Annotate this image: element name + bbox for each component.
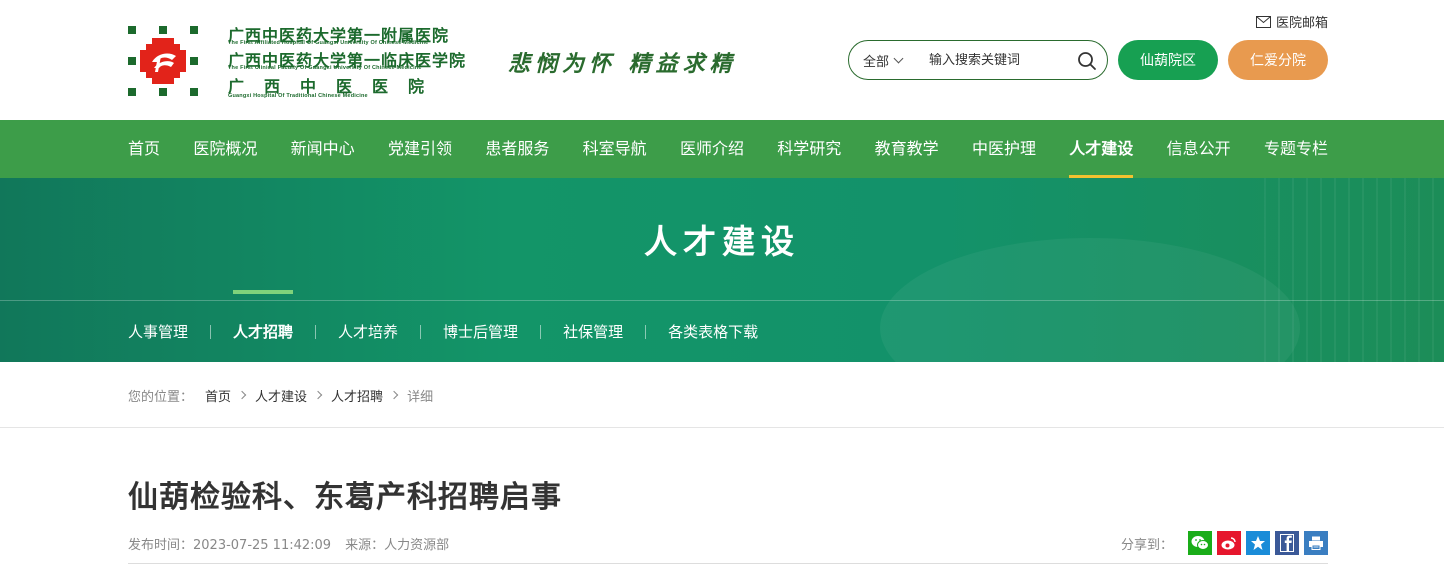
facebook-icon — [1280, 534, 1294, 552]
nav-item-research[interactable]: 科学研究 — [777, 120, 841, 178]
qzone-star-icon — [1251, 536, 1265, 550]
hospital-slogan: 悲悯为怀 精益求精 — [508, 51, 737, 77]
subnav-item-form-downloads[interactable]: 各类表格下载 — [668, 321, 758, 342]
subnav-separator — [540, 324, 542, 339]
subnav-separator — [315, 324, 317, 339]
share-facebook-button[interactable] — [1275, 531, 1299, 555]
logo-line-1-en: The First Affiliated Hospital Of Guangxi… — [228, 40, 429, 46]
share-qzone-button[interactable] — [1246, 531, 1270, 555]
breadcrumb-label: 您的位置： — [128, 389, 194, 405]
subnav-separator — [210, 324, 212, 339]
nav-item-home[interactable]: 首页 — [128, 120, 160, 178]
search-box: 全部 — [848, 40, 1108, 80]
wechat-icon — [1191, 536, 1209, 550]
logo-line-3-en: Guangxi Hospital Of Traditional Chinese … — [228, 93, 368, 99]
site-header: 广西中医药大学第一附属医院 The First Affiliated Hospi… — [0, 0, 1444, 120]
logo-text: 广西中医药大学第一附属医院 The First Affiliated Hospi… — [228, 22, 478, 102]
campus-xianhu-button[interactable]: 仙葫院区 — [1118, 40, 1218, 80]
mailbox-label: 医院邮箱 — [1275, 16, 1328, 31]
article-divider — [128, 563, 1328, 564]
subnav-item-postdoc[interactable]: 博士后管理 — [443, 321, 518, 342]
breadcrumb-chevron-icon — [237, 390, 247, 400]
breadcrumb-talent[interactable]: 人才建设 — [255, 386, 307, 405]
nav-item-tcm-nursing[interactable]: 中医护理 — [972, 120, 1036, 178]
mail-icon — [1255, 15, 1271, 28]
main-nav: 首页 医院概况 新闻中心 党建引领 患者服务 科室导航 医师介绍 科学研究 教育… — [0, 120, 1444, 178]
share-bar: 分享到： — [1121, 531, 1328, 555]
nav-item-disclosure[interactable]: 信息公开 — [1167, 120, 1231, 178]
logo-line-2-en: The First Clinical Faculty Of Guangxi Un… — [228, 65, 422, 71]
weibo-icon — [1221, 537, 1236, 550]
nav-item-departments[interactable]: 科室导航 — [583, 120, 647, 178]
breadcrumb-chevron-icon — [389, 390, 399, 400]
nav-item-talent[interactable]: 人才建设 — [1069, 120, 1134, 178]
share-label: 分享到： — [1120, 537, 1173, 553]
nav-item-patient-service[interactable]: 患者服务 — [485, 120, 549, 178]
main-nav-list: 首页 医院概况 新闻中心 党建引领 患者服务 科室导航 医师介绍 科学研究 教育… — [128, 120, 1328, 178]
mailbox-link[interactable]: 医院邮箱 — [1255, 12, 1328, 31]
search-input[interactable] — [929, 52, 1069, 68]
breadcrumb-recruitment[interactable]: 人才招聘 — [331, 386, 383, 405]
section-title: 人才建设 — [644, 222, 800, 261]
print-icon — [1309, 536, 1323, 550]
breadcrumb: 您的位置： 首页 人才建设 人才招聘 详细 — [128, 362, 433, 428]
subnav-separator — [420, 324, 422, 339]
share-wechat-button[interactable] — [1188, 531, 1212, 555]
nav-item-overview[interactable]: 医院概况 — [193, 120, 257, 178]
publish-time: 发布时间：2023-07-25 11:42:09 — [128, 538, 332, 553]
search-scope-dropdown[interactable]: 全部 — [849, 51, 921, 70]
nav-item-doctors[interactable]: 医师介绍 — [680, 120, 744, 178]
search-scope-value: 全部 — [863, 54, 890, 70]
breadcrumb-current: 详细 — [407, 389, 434, 405]
share-weibo-button[interactable] — [1217, 531, 1241, 555]
breadcrumb-divider — [0, 427, 1444, 428]
subnav-separator — [645, 324, 647, 339]
hospital-logo[interactable]: 广西中医药大学第一附属医院 The First Affiliated Hospi… — [128, 22, 478, 102]
subnav-item-training[interactable]: 人才培养 — [338, 321, 398, 342]
campus-renai-button[interactable]: 仁爱分院 — [1228, 40, 1328, 80]
article-meta: 发布时间：2023-07-25 11:42:09 来源：人力资源部 — [128, 534, 449, 553]
subnav-item-social-insurance[interactable]: 社保管理 — [563, 321, 623, 342]
nav-item-news[interactable]: 新闻中心 — [291, 120, 355, 178]
share-print-button[interactable] — [1304, 531, 1328, 555]
sub-nav: 人事管理 人才招聘 人才培养 博士后管理 社保管理 各类表格下载 — [128, 290, 758, 362]
chevron-down-icon — [893, 53, 904, 63]
nav-item-topics[interactable]: 专题专栏 — [1264, 120, 1328, 178]
nav-item-education[interactable]: 教育教学 — [875, 120, 939, 178]
breadcrumb-chevron-icon — [313, 390, 323, 400]
subnav-item-hr-management[interactable]: 人事管理 — [128, 321, 188, 342]
hospital-emblem-icon — [128, 26, 198, 96]
subnav-item-recruitment[interactable]: 人才招聘 — [233, 290, 294, 342]
nav-item-party[interactable]: 党建引领 — [388, 120, 452, 178]
search-icon[interactable] — [1077, 51, 1097, 71]
article-source: 来源：人力资源部 — [345, 538, 450, 553]
section-banner: 人才建设 人事管理 人才招聘 人才培养 博士后管理 社保管理 各类表格下载 — [0, 178, 1444, 362]
breadcrumb-home[interactable]: 首页 — [205, 386, 231, 405]
article-title: 仙葫检验科、东葛产科招聘启事 — [128, 480, 562, 515]
